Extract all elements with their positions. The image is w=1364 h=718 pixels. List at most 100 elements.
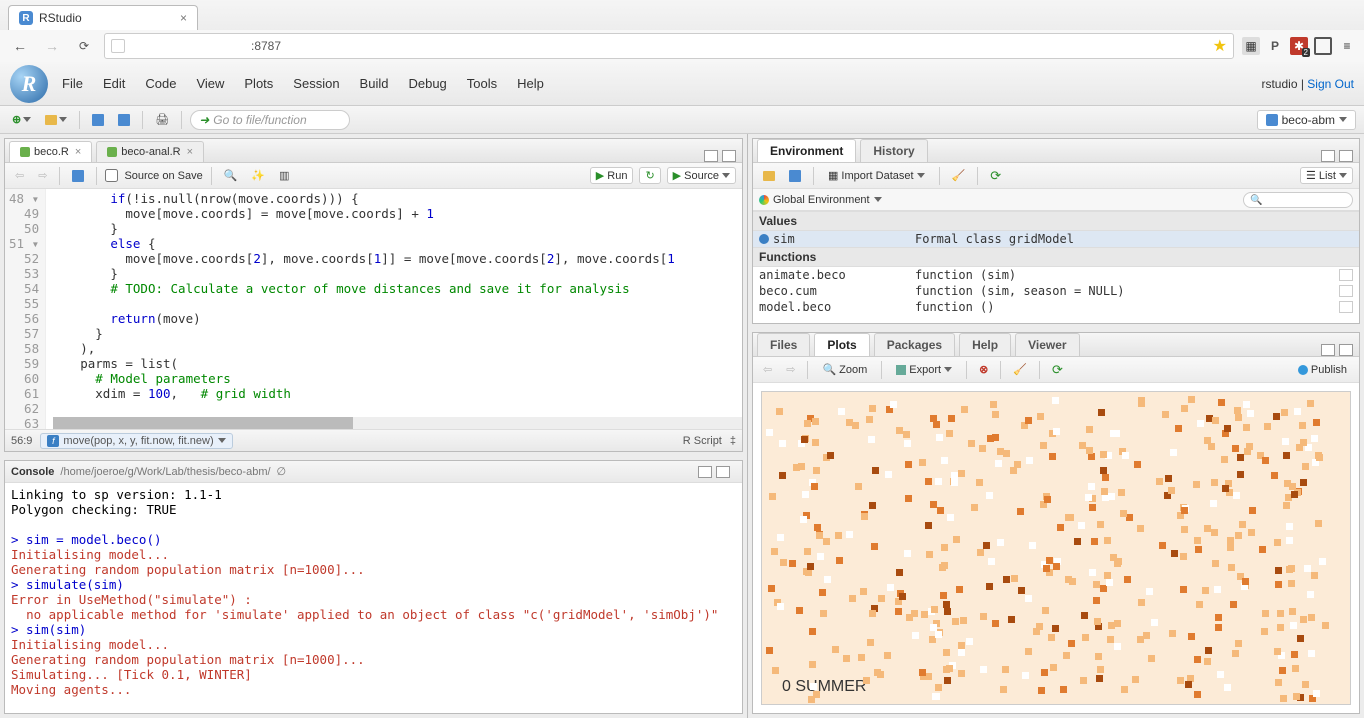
edit-icon[interactable] xyxy=(1339,285,1353,297)
extension-icon[interactable]: ▦ xyxy=(1242,37,1260,55)
forward-button[interactable]: → xyxy=(40,34,64,58)
console-output[interactable]: Linking to sp version: 1.1-1Polygon chec… xyxy=(5,483,742,713)
back-button[interactable]: ← xyxy=(8,34,32,58)
plot-prev-button[interactable]: ⇦ xyxy=(759,360,776,380)
close-icon[interactable]: × xyxy=(187,146,193,158)
save-workspace-button[interactable] xyxy=(785,166,805,186)
close-icon[interactable]: × xyxy=(75,146,81,158)
edit-icon[interactable] xyxy=(1339,269,1353,281)
source-on-save-checkbox[interactable] xyxy=(105,169,118,182)
menu-icon[interactable]: ≡ xyxy=(1338,37,1356,55)
code-editor[interactable]: 48 ▾495051 ▾525354555657585960616263 if(… xyxy=(5,189,742,429)
menu-plots[interactable]: Plots xyxy=(244,76,273,91)
open-file-button[interactable] xyxy=(41,110,71,130)
grid-cell xyxy=(1044,496,1051,503)
export-button[interactable]: Export xyxy=(890,362,958,378)
menu-help[interactable]: Help xyxy=(517,76,544,91)
extension-icon[interactable]: ✱2 xyxy=(1290,37,1308,55)
reload-button[interactable]: ⟳ xyxy=(72,34,96,58)
env-search-input[interactable] xyxy=(1243,192,1353,208)
bookmark-star-icon[interactable]: ★ xyxy=(1213,36,1227,56)
edit-icon[interactable] xyxy=(1339,301,1353,313)
minimize-pane-button[interactable] xyxy=(1321,150,1335,162)
address-bar[interactable]: :8787 ★ xyxy=(104,33,1234,59)
publish-button[interactable]: Publish xyxy=(1292,362,1353,378)
extension-icon[interactable]: P xyxy=(1266,37,1284,55)
menu-session[interactable]: Session xyxy=(293,76,339,91)
save-button[interactable] xyxy=(88,110,108,130)
grid-cell xyxy=(1177,677,1184,684)
env-row[interactable]: animate.becofunction (sim) xyxy=(753,267,1359,283)
extension-icon[interactable] xyxy=(1314,37,1332,55)
zoom-button[interactable]: Zoom xyxy=(816,361,873,378)
console-header: Console /home/joeroe/g/Work/Lab/thesis/b… xyxy=(5,461,742,483)
env-row[interactable]: simFormal class gridModel xyxy=(753,231,1359,247)
outline-button[interactable]: ▥ xyxy=(275,166,293,186)
run-button[interactable]: ▶Run xyxy=(590,167,634,184)
plot-next-button[interactable]: ⇨ xyxy=(782,360,799,380)
browser-tab-rstudio[interactable]: R RStudio × xyxy=(8,5,198,30)
forward-nav-button[interactable]: ⇨ xyxy=(34,166,51,186)
env-row[interactable]: model.becofunction () xyxy=(753,299,1359,315)
rstudio-logo-icon: R xyxy=(10,65,48,103)
minimize-pane-button[interactable] xyxy=(704,150,718,162)
clear-env-button[interactable] xyxy=(948,166,970,186)
grid-cell xyxy=(860,588,867,595)
file-type-indicator[interactable]: ‡ xyxy=(730,435,736,447)
source-tab[interactable]: beco-anal.R× xyxy=(96,141,204,162)
menu-tools[interactable]: Tools xyxy=(467,76,497,91)
r-file-icon xyxy=(20,147,30,157)
refresh-plots-button[interactable] xyxy=(1048,360,1067,380)
menu-edit[interactable]: Edit xyxy=(103,76,125,91)
rerun-button[interactable]: ↻ xyxy=(639,167,660,184)
load-workspace-button[interactable] xyxy=(759,166,779,186)
menu-build[interactable]: Build xyxy=(360,76,389,91)
tab-viewer[interactable]: Viewer xyxy=(1015,333,1079,356)
remove-plot-button[interactable]: ⊗ xyxy=(975,360,992,380)
goto-file-input[interactable]: ➜Go to file/function xyxy=(190,110,350,130)
tab-files[interactable]: Files xyxy=(757,333,810,356)
maximize-pane-button[interactable] xyxy=(1339,344,1353,356)
sign-out-link[interactable]: Sign Out xyxy=(1307,77,1354,91)
tab-help[interactable]: Help xyxy=(959,333,1011,356)
source-tab[interactable]: beco.R× xyxy=(9,141,92,162)
source-button[interactable]: ▶Source xyxy=(667,167,736,184)
menu-code[interactable]: Code xyxy=(145,76,176,91)
wand-button[interactable] xyxy=(247,166,269,186)
back-nav-button[interactable]: ⇦ xyxy=(11,166,28,186)
grid-cell xyxy=(1224,425,1231,432)
maximize-pane-button[interactable] xyxy=(716,466,730,478)
close-icon[interactable]: × xyxy=(180,11,187,25)
maximize-pane-button[interactable] xyxy=(722,150,736,162)
new-file-button[interactable]: ⊕ xyxy=(8,110,35,130)
grid-cell xyxy=(1291,651,1298,658)
project-selector[interactable]: beco-abm xyxy=(1257,110,1356,130)
maximize-pane-button[interactable] xyxy=(1339,150,1353,162)
grid-cell xyxy=(868,436,875,443)
function-scope-chip[interactable]: fmove(pop, x, y, fit.now, fit.new) xyxy=(40,433,232,449)
minimize-pane-button[interactable] xyxy=(1321,344,1335,356)
refresh-env-button[interactable] xyxy=(986,166,1005,186)
env-row[interactable]: beco.cumfunction (sim, season = NULL) xyxy=(753,283,1359,299)
tab-history[interactable]: History xyxy=(860,139,927,162)
grid-cell xyxy=(777,603,784,610)
save-source-button[interactable] xyxy=(68,166,88,186)
horizontal-scrollbar[interactable] xyxy=(53,417,742,429)
print-button[interactable]: 🖨 xyxy=(151,110,173,130)
code-body[interactable]: if(!is.null(nrow(move.coords))) { move[m… xyxy=(46,189,679,429)
tab-environment[interactable]: Environment xyxy=(757,139,856,162)
menu-file[interactable]: File xyxy=(62,76,83,91)
find-button[interactable]: 🔍 xyxy=(220,166,242,186)
save-all-button[interactable] xyxy=(114,110,134,130)
menu-view[interactable]: View xyxy=(196,76,224,91)
menu-debug[interactable]: Debug xyxy=(408,76,446,91)
import-dataset-button[interactable]: ▦ Import Dataset xyxy=(822,167,931,184)
view-mode-button[interactable]: ☰ List xyxy=(1300,167,1353,184)
env-scope-label[interactable]: Global Environment xyxy=(773,194,870,206)
tab-packages[interactable]: Packages xyxy=(874,333,955,356)
tab-plots[interactable]: Plots xyxy=(814,333,869,356)
grid-cell xyxy=(777,534,784,541)
clear-plots-button[interactable] xyxy=(1009,360,1031,380)
minimize-pane-button[interactable] xyxy=(698,466,712,478)
grid-cell xyxy=(976,479,983,486)
